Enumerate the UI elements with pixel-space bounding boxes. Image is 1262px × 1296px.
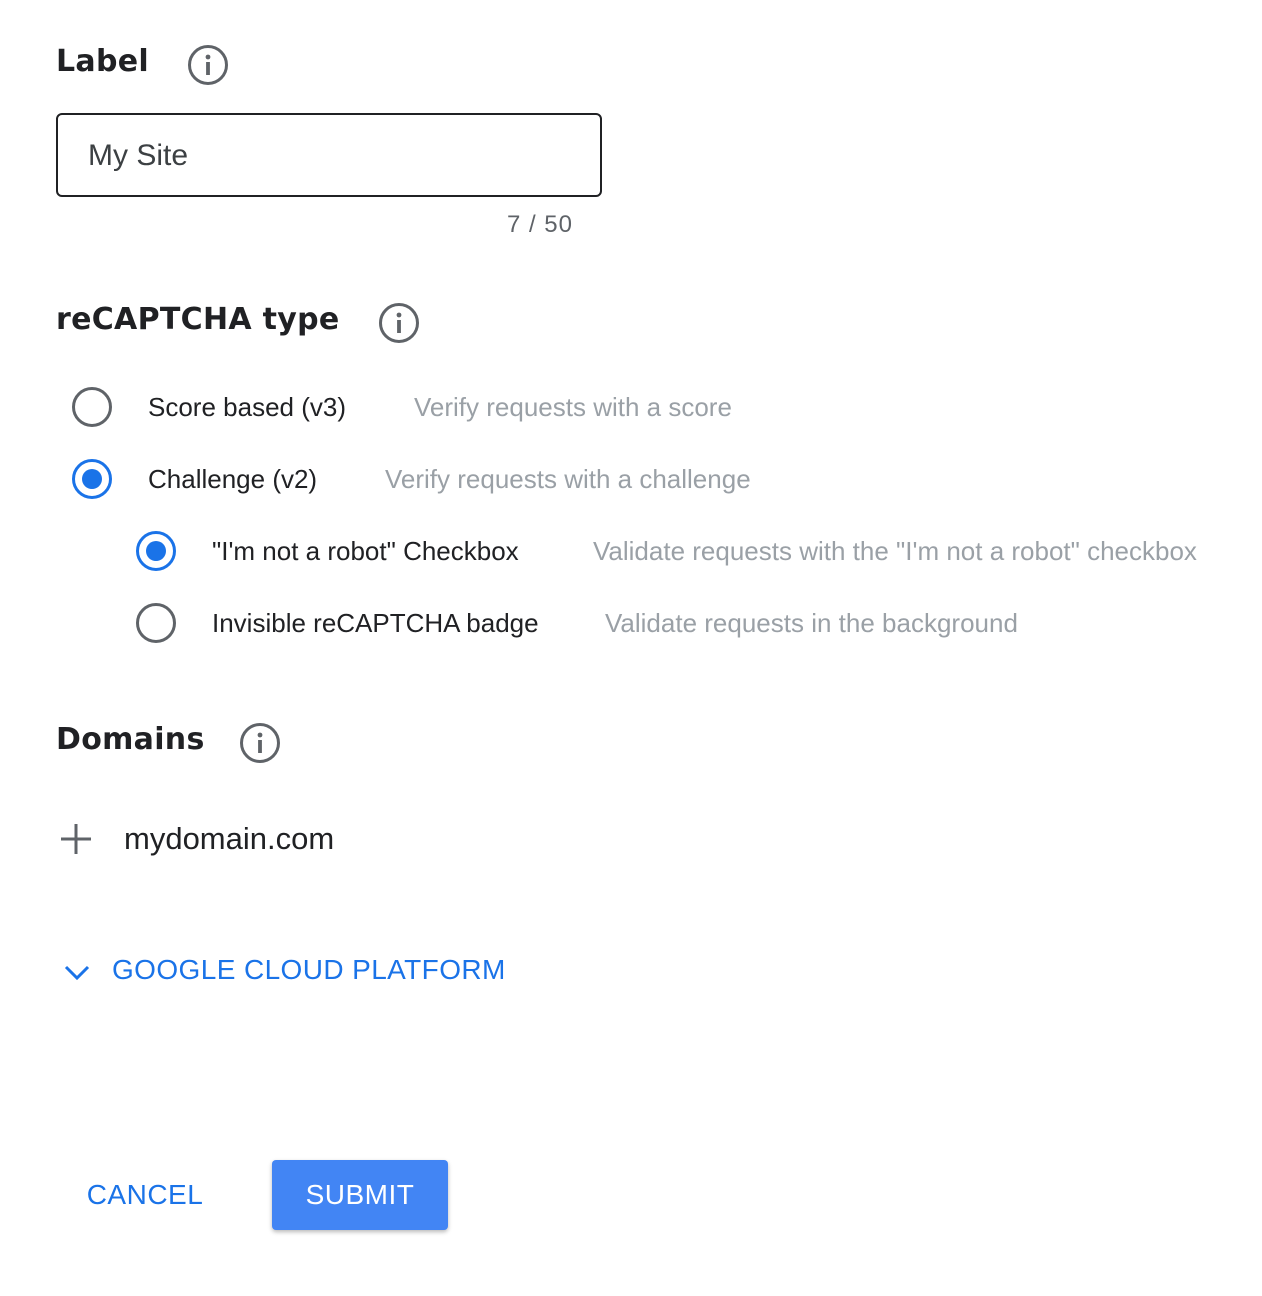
label-heading: Label [56,44,149,79]
chevron-down-icon[interactable] [62,957,92,987]
radio-checkbox-challenge[interactable] [136,531,176,571]
suboption-checkbox-description: Validate requests with the "I'm not a ro… [593,536,1197,566]
character-counter: 7 / 50 [506,211,573,238]
cancel-button[interactable]: CANCEL [62,1160,228,1230]
label-field[interactable] [56,113,602,197]
label-info-icon[interactable] [187,44,229,86]
option-challenge-label[interactable]: Challenge (v2) [148,464,317,495]
recaptcha-type-info-icon[interactable] [378,302,420,344]
option-score-based-description: Verify requests with a score [414,392,732,422]
suboption-invisible-label[interactable]: Invisible reCAPTCHA badge [212,608,539,639]
domain-entry[interactable]: mydomain.com [124,821,334,857]
domains-heading: Domains [56,722,205,757]
submit-button[interactable]: SUBMIT [272,1160,448,1230]
add-domain-plus-icon[interactable] [58,821,94,857]
suboption-checkbox-label[interactable]: "I'm not a robot" Checkbox [212,536,519,567]
suboption-invisible-description: Validate requests in the background [605,608,1018,638]
domains-info-icon[interactable] [239,722,281,764]
label-input[interactable] [88,133,568,179]
radio-selected-dot [82,469,102,489]
radio-challenge[interactable] [72,459,112,499]
radio-score-based[interactable] [72,387,112,427]
gcp-expand-link[interactable]: GOOGLE CLOUD PLATFORM [112,954,506,986]
option-challenge-description: Verify requests with a challenge [385,464,751,494]
option-score-based-label[interactable]: Score based (v3) [148,392,346,423]
radio-invisible-badge[interactable] [136,603,176,643]
radio-selected-dot [146,541,166,561]
recaptcha-type-heading: reCAPTCHA type [56,302,340,337]
